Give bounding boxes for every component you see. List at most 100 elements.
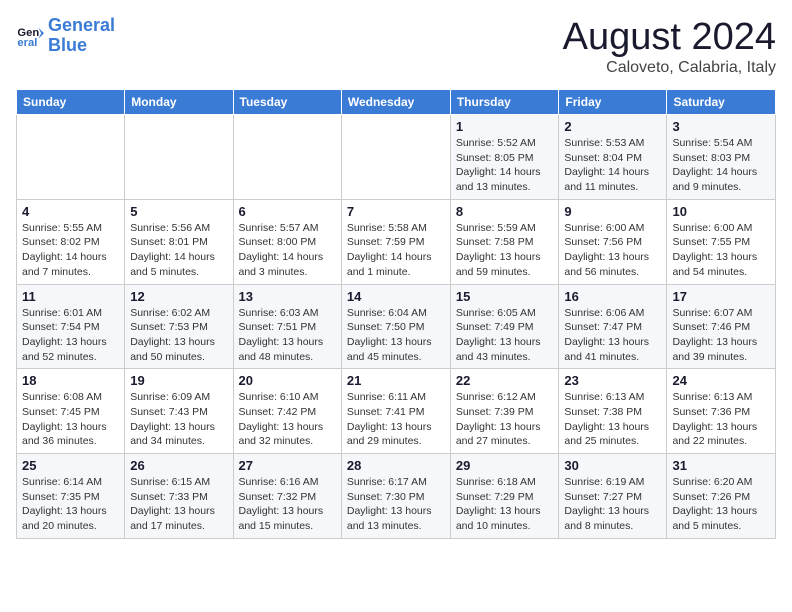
svg-text:eral: eral [17,37,37,49]
calendar-cell: 17Sunrise: 6:07 AMSunset: 7:46 PMDayligh… [667,284,776,369]
column-header-wednesday: Wednesday [341,90,450,115]
day-info: Sunrise: 5:55 AMSunset: 8:02 PMDaylight:… [22,221,119,280]
calendar-cell: 5Sunrise: 5:56 AMSunset: 8:01 PMDaylight… [125,199,233,284]
calendar-cell: 4 Sunrise: 5:55 AMSunset: 8:02 PMDaylight… [17,199,125,284]
day-info: Sunrise: 6:14 AMSunset: 7:35 PMDaylight:… [22,475,119,534]
day-info: Sunrise: 6:11 AMSunset: 7:41 PMDaylight:… [347,390,445,449]
day-number: 18 [22,373,119,388]
calendar-cell: 12 Sunrise: 6:02 AMSunset: 7:53 PMDayligh… [125,284,233,369]
day-info: Sunrise: 6:08 AMSunset: 7:45 PMDaylight:… [22,390,119,449]
day-info: Sunrise: 6:05 AMSunset: 7:49 PMDaylight:… [456,306,554,365]
calendar-cell: 19 Sunrise: 6:09 AMSunset: 7:43 PMDayligh… [125,369,233,454]
column-header-saturday: Saturday [667,90,776,115]
calendar-cell: 29 Sunrise: 6:18 AMSunset: 7:29 PMDayligh… [450,454,559,539]
day-number: 16 [564,289,661,304]
column-header-sunday: Sunday [17,90,125,115]
calendar-cell: 1 Sunrise: 5:52 AMSunset: 8:05 PMDaylight… [450,115,559,200]
day-number: 8 [456,204,554,219]
day-number: 23 [564,373,661,388]
calendar-week-2: 4 Sunrise: 5:55 AMSunset: 8:02 PMDaylight… [17,199,776,284]
calendar-week-4: 18 Sunrise: 6:08 AMSunset: 7:45 PMDayligh… [17,369,776,454]
day-number: 26 [130,458,227,473]
day-number: 7 [347,204,445,219]
day-number: 14 [347,289,445,304]
calendar-cell: 10 Sunrise: 6:00 AMSunset: 7:55 PMDayligh… [667,199,776,284]
day-info: Sunrise: 6:03 AMSunset: 7:51 PMDaylight:… [239,306,336,365]
day-number: 1 [456,119,554,134]
day-info: Sunrise: 6:02 AMSunset: 7:53 PMDaylight:… [130,306,227,365]
calendar-cell: 25 Sunrise: 6:14 AMSunset: 7:35 PMDayligh… [17,454,125,539]
calendar-cell: 31 Sunrise: 6:20 AMSunset: 7:26 PMDayligh… [667,454,776,539]
day-number: 25 [22,458,119,473]
calendar-cell: 3Sunrise: 5:54 AMSunset: 8:03 PMDaylight… [667,115,776,200]
calendar-cell: 18 Sunrise: 6:08 AMSunset: 7:45 PMDayligh… [17,369,125,454]
calendar-cell: 15 Sunrise: 6:05 AMSunset: 7:49 PMDayligh… [450,284,559,369]
day-number: 20 [239,373,336,388]
day-info: Sunrise: 5:52 AMSunset: 8:05 PMDaylight:… [456,136,554,195]
calendar-cell: 8Sunrise: 5:59 AMSunset: 7:58 PMDaylight… [450,199,559,284]
calendar-cell: 20 Sunrise: 6:10 AMSunset: 7:42 PMDayligh… [233,369,341,454]
calendar-week-3: 11 Sunrise: 6:01 AMSunset: 7:54 PMDayligh… [17,284,776,369]
calendar-cell [233,115,341,200]
day-number: 12 [130,289,227,304]
column-header-thursday: Thursday [450,90,559,115]
calendar-cell: 24 Sunrise: 6:13 AMSunset: 7:36 PMDayligh… [667,369,776,454]
logo-icon: Gen eral [16,22,44,50]
day-info: Sunrise: 6:00 AMSunset: 7:55 PMDaylight:… [672,221,770,280]
calendar-cell: 28 Sunrise: 6:17 AMSunset: 7:30 PMDayligh… [341,454,450,539]
day-info: Sunrise: 6:09 AMSunset: 7:43 PMDaylight:… [130,390,227,449]
day-number: 27 [239,458,336,473]
day-number: 31 [672,458,770,473]
day-number: 10 [672,204,770,219]
day-info: Sunrise: 6:15 AMSunset: 7:33 PMDaylight:… [130,475,227,534]
day-number: 11 [22,289,119,304]
calendar-cell: 11 Sunrise: 6:01 AMSunset: 7:54 PMDayligh… [17,284,125,369]
calendar-cell: 6 Sunrise: 5:57 AMSunset: 8:00 PMDaylight… [233,199,341,284]
column-header-tuesday: Tuesday [233,90,341,115]
page-header: Gen eral GeneralBlue August 2024 Calovet… [16,16,776,77]
logo: Gen eral GeneralBlue [16,16,115,56]
calendar-cell: 9 Sunrise: 6:00 AMSunset: 7:56 PMDaylight… [559,199,667,284]
day-info: Sunrise: 5:57 AMSunset: 8:00 PMDaylight:… [239,221,336,280]
calendar-cell: 27 Sunrise: 6:16 AMSunset: 7:32 PMDayligh… [233,454,341,539]
day-info: Sunrise: 6:18 AMSunset: 7:29 PMDaylight:… [456,475,554,534]
calendar-table: SundayMondayTuesdayWednesdayThursdayFrid… [16,89,776,539]
day-number: 6 [239,204,336,219]
day-info: Sunrise: 6:06 AMSunset: 7:47 PMDaylight:… [564,306,661,365]
day-info: Sunrise: 6:13 AMSunset: 7:36 PMDaylight:… [672,390,770,449]
calendar-cell: 16 Sunrise: 6:06 AMSunset: 7:47 PMDayligh… [559,284,667,369]
day-number: 29 [456,458,554,473]
day-number: 4 [22,204,119,219]
day-info: Sunrise: 6:00 AMSunset: 7:56 PMDaylight:… [564,221,661,280]
day-number: 13 [239,289,336,304]
day-info: Sunrise: 5:58 AMSunset: 7:59 PMDaylight:… [347,221,445,280]
title-area: August 2024 Caloveto, Calabria, Italy [563,16,776,77]
calendar-cell: 2 Sunrise: 5:53 AMSunset: 8:04 PMDaylight… [559,115,667,200]
calendar-cell: 21Sunrise: 6:11 AMSunset: 7:41 PMDayligh… [341,369,450,454]
calendar-cell: 26 Sunrise: 6:15 AMSunset: 7:33 PMDayligh… [125,454,233,539]
day-info: Sunrise: 6:16 AMSunset: 7:32 PMDaylight:… [239,475,336,534]
column-header-monday: Monday [125,90,233,115]
day-number: 19 [130,373,227,388]
column-header-friday: Friday [559,90,667,115]
calendar-cell: 23Sunrise: 6:13 AMSunset: 7:38 PMDayligh… [559,369,667,454]
day-number: 2 [564,119,661,134]
day-info: Sunrise: 5:53 AMSunset: 8:04 PMDaylight:… [564,136,661,195]
day-number: 9 [564,204,661,219]
calendar-cell: 7 Sunrise: 5:58 AMSunset: 7:59 PMDaylight… [341,199,450,284]
day-info: Sunrise: 6:10 AMSunset: 7:42 PMDaylight:… [239,390,336,449]
day-number: 15 [456,289,554,304]
logo-text: GeneralBlue [48,16,115,56]
calendar-title: August 2024 [563,16,776,59]
day-number: 24 [672,373,770,388]
day-info: Sunrise: 6:04 AMSunset: 7:50 PMDaylight:… [347,306,445,365]
calendar-cell [341,115,450,200]
day-info: Sunrise: 6:17 AMSunset: 7:30 PMDaylight:… [347,475,445,534]
day-info: Sunrise: 6:20 AMSunset: 7:26 PMDaylight:… [672,475,770,534]
calendar-cell [17,115,125,200]
day-info: Sunrise: 6:12 AMSunset: 7:39 PMDaylight:… [456,390,554,449]
day-info: Sunrise: 5:56 AMSunset: 8:01 PMDaylight:… [130,221,227,280]
day-info: Sunrise: 6:01 AMSunset: 7:54 PMDaylight:… [22,306,119,365]
day-number: 17 [672,289,770,304]
day-number: 28 [347,458,445,473]
